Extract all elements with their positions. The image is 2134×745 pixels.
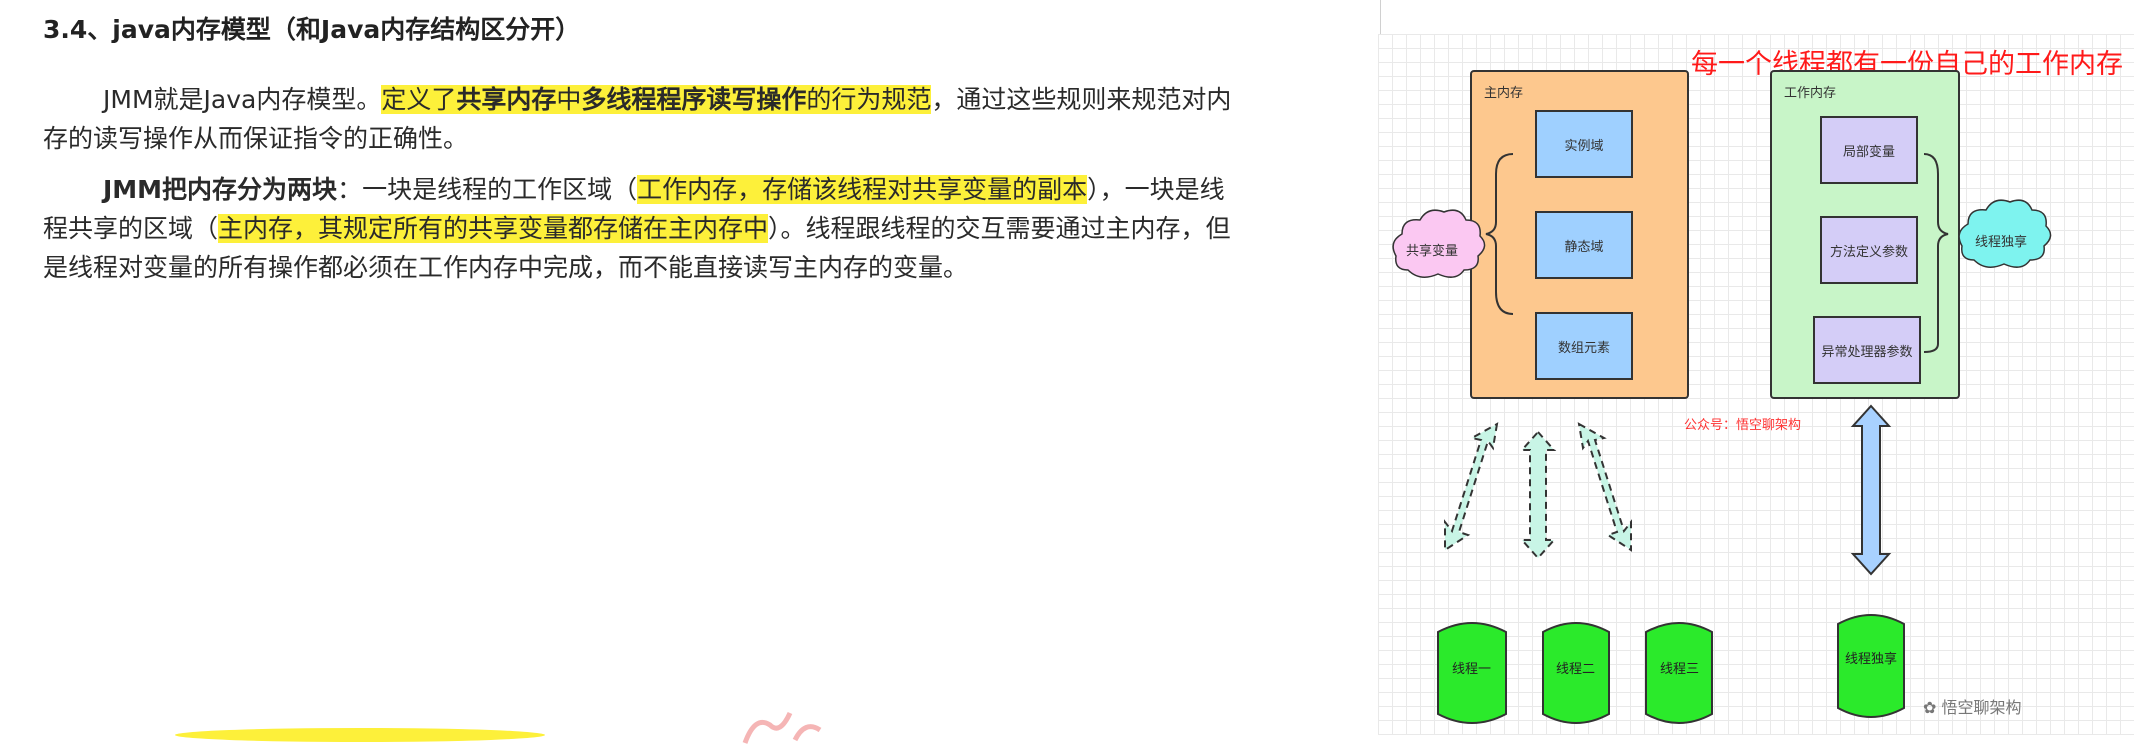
wechat-watermark-label: 悟空聊架构 xyxy=(1941,698,2022,717)
text-segment: JMM就是Java内存模型。 xyxy=(103,85,382,114)
partial-red-watermark xyxy=(742,711,822,744)
thread-cylinders xyxy=(1437,614,1905,724)
text-segment: ：一块是线程的工作区域（ xyxy=(337,175,638,204)
partial-highlight-mark xyxy=(175,728,545,742)
thread-label: 线程二 xyxy=(1556,662,1596,677)
highlight-segment: 定义了共享内存中多线程程序读写操作的行为规范 xyxy=(381,85,932,114)
highlight-segment: 工作内存，存储该线程对共享变量的副本 xyxy=(637,175,1088,204)
private-thread-label: 线程独享 xyxy=(1845,652,1898,667)
wechat-watermark: ✿ 悟空聊架构 xyxy=(1923,694,2022,718)
highlight-segment: 主内存，其规定所有的共享变量都存储在主内存中 xyxy=(218,214,769,243)
bold-segment: JMM把内存分为两块 xyxy=(103,175,338,204)
jmm-diagram: 每一个线程都有一份自己的工作内存 主内存 实例域 静态域 数组元素 工作内存 局… xyxy=(1378,34,2134,735)
thread-label: 线程三 xyxy=(1660,662,1700,677)
paragraph-jmm-definition: JMM就是Java内存模型。定义了共享内存中多线程程序读写操作的行为规范，通过这… xyxy=(43,80,1243,158)
wechat-icon: ✿ xyxy=(1923,698,1937,717)
thread-label: 线程一 xyxy=(1452,662,1492,677)
paragraph-jmm-two-parts: JMM把内存分为两块：一块是线程的工作区域（工作内存，存储该线程对共享变量的副本… xyxy=(43,170,1243,287)
page-heading: 3.4、java内存模型（和Java内存结构区分开） xyxy=(43,15,581,44)
